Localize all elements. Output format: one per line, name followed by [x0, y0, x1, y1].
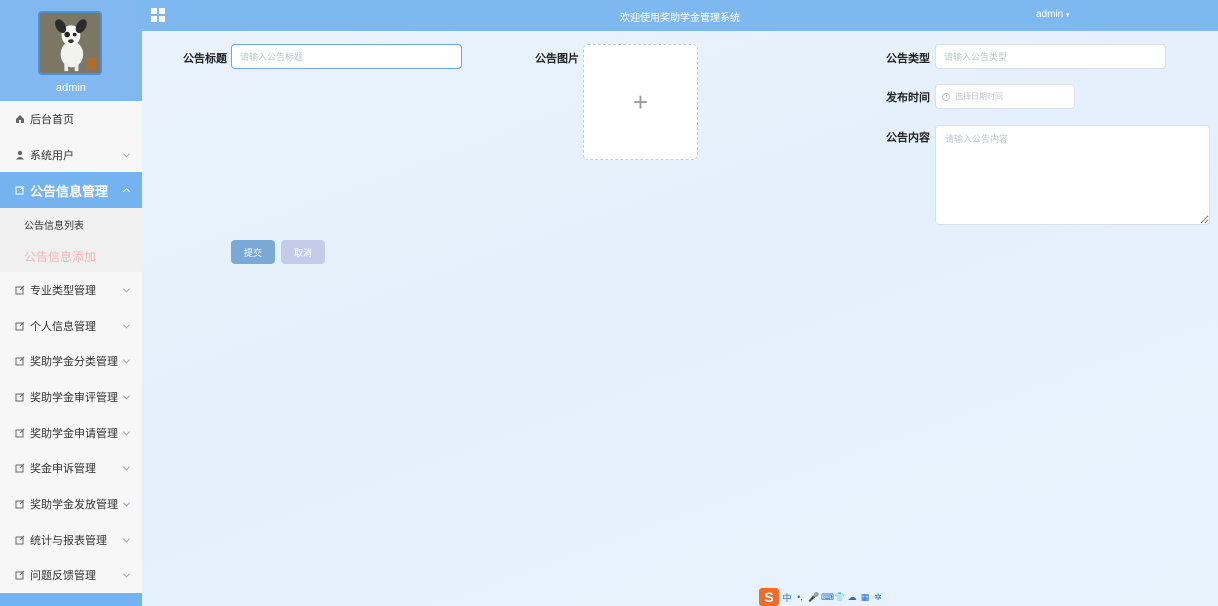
edit-icon: [14, 392, 26, 402]
top-bar: 欢迎使用奖助学金管理系统 admin ▾: [142, 0, 1218, 31]
ime-microphone-icon[interactable]: 🎤: [808, 592, 819, 603]
type-input[interactable]: [935, 44, 1166, 69]
type-label: 公告类型: [886, 53, 930, 65]
submit-button[interactable]: 提交: [231, 240, 275, 264]
ime-chinese-mode-icon[interactable]: 中: [782, 591, 792, 604]
user-name: admin: [1036, 9, 1064, 20]
edit-icon: [14, 285, 26, 295]
ime-punctuation-icon[interactable]: •,: [795, 592, 805, 602]
sidebar-item-label: 公告信息管理: [30, 183, 109, 199]
sidebar-item-label: 问题反馈管理: [30, 570, 96, 583]
sidebar-subitem-label: 公告信息列表: [24, 220, 84, 232]
image-label: 公告图片: [535, 53, 579, 65]
chevron-up-icon: [122, 188, 131, 196]
edit-icon: [14, 185, 26, 195]
title-label: 公告标题: [183, 53, 227, 65]
content-textarea[interactable]: [935, 125, 1210, 225]
sidebar-item-label: 系统用户: [30, 149, 74, 162]
sidebar-subitem-notice-add[interactable]: 公告信息添加: [0, 240, 142, 273]
sidebar-item-label: 奖助学金发放管理: [30, 499, 118, 512]
ime-cloud-icon[interactable]: ☁: [847, 592, 857, 603]
sidebar-item-system-users[interactable]: 系统用户: [0, 137, 142, 173]
sidebar: admin 后台首页 系统用户 公告信息管理 公告信息列表 公告信息添加 专业类…: [0, 0, 142, 606]
sidebar-subitem-notice-list[interactable]: 公告信息列表: [0, 208, 142, 241]
chevron-down-icon: [122, 392, 131, 400]
sidebar-item-scholarship-application[interactable]: 奖助学金申请管理: [0, 415, 142, 451]
caret-down-icon: ▾: [1066, 12, 1070, 19]
time-label: 发布时间: [886, 92, 930, 104]
profile-panel: admin: [0, 0, 142, 101]
image-upload-box[interactable]: +: [583, 44, 698, 160]
sidebar-item-label: 奖助学金分类管理: [30, 356, 118, 369]
home-icon: [14, 114, 26, 124]
title-input[interactable]: [231, 44, 462, 69]
edit-icon: [14, 428, 26, 438]
ime-toolbar: S 中 •, 🎤 ⌨ 👕 ☁ ▦ ✲: [759, 588, 883, 606]
edit-icon: [14, 570, 26, 580]
sidebar-item-home[interactable]: 后台首页: [0, 101, 142, 137]
chevron-down-icon: [122, 321, 131, 329]
profile-name: admin: [56, 82, 86, 94]
dog-avatar-icon: [40, 13, 100, 73]
sidebar-item-scholarship-category[interactable]: 奖助学金分类管理: [0, 343, 142, 379]
sidebar-item-feedback[interactable]: 问题反馈管理: [0, 558, 142, 594]
sidebar-item-appeal[interactable]: 奖金申诉管理: [0, 451, 142, 487]
chevron-down-icon: [122, 570, 131, 578]
sidebar-item-label: 奖助学金审评管理: [30, 391, 118, 404]
cancel-button[interactable]: 取消: [281, 240, 325, 264]
clock-icon: [942, 92, 950, 101]
ime-logo-icon[interactable]: S: [759, 588, 779, 606]
sidebar-item-label: 奖助学金申请管理: [30, 427, 118, 440]
user-dropdown[interactable]: admin ▾: [1036, 9, 1070, 20]
sidebar-item-major-type[interactable]: 专业类型管理: [0, 272, 142, 308]
chevron-down-icon: [122, 499, 131, 507]
sidebar-item-label: 专业类型管理: [30, 284, 96, 297]
edit-icon: [14, 463, 26, 473]
plus-icon: +: [632, 87, 649, 117]
chevron-down-icon: [122, 356, 131, 364]
sidebar-bottom-bar: [0, 593, 142, 606]
ime-apps-icon[interactable]: ▦: [860, 592, 870, 603]
chevron-down-icon: [122, 463, 131, 471]
sidebar-item-statistics[interactable]: 统计与报表管理: [0, 522, 142, 558]
sidebar-item-label: 统计与报表管理: [30, 534, 107, 547]
chevron-down-icon: [122, 285, 131, 293]
content-label: 公告内容: [886, 132, 930, 144]
datetime-picker[interactable]: 选择日期时间: [935, 84, 1075, 109]
edit-icon: [14, 535, 26, 545]
chevron-down-icon: [122, 428, 131, 436]
sidebar-item-scholarship-review[interactable]: 奖助学金审评管理: [0, 379, 142, 415]
sidebar-item-notice-management[interactable]: 公告信息管理: [0, 172, 142, 209]
datetime-placeholder: 选择日期时间: [955, 92, 1003, 101]
edit-icon: [14, 499, 26, 509]
edit-icon: [14, 356, 26, 366]
sidebar-item-label: 个人信息管理: [30, 320, 96, 333]
sidebar-item-disbursement[interactable]: 奖助学金发放管理: [0, 486, 142, 522]
sidebar-item-label: 奖金申诉管理: [30, 463, 96, 476]
edit-icon: [14, 321, 26, 331]
sidebar-item-label: 后台首页: [30, 113, 74, 126]
main-content: 公告标题 公告图片 + 公告类型 发布时间 选择日期时间 公告内容 提交 取消: [142, 31, 1218, 606]
sidebar-item-personal-info[interactable]: 个人信息管理: [0, 308, 142, 344]
user-icon: [14, 150, 26, 160]
ime-settings-icon[interactable]: ✲: [873, 592, 883, 603]
chevron-down-icon: [122, 149, 131, 158]
ime-keyboard-icon[interactable]: ⌨: [821, 592, 834, 603]
sidebar-subitem-label: 公告信息添加: [24, 249, 97, 264]
avatar[interactable]: [38, 11, 102, 75]
ime-skin-icon[interactable]: 👕: [834, 592, 845, 603]
chevron-down-icon: [122, 535, 131, 543]
